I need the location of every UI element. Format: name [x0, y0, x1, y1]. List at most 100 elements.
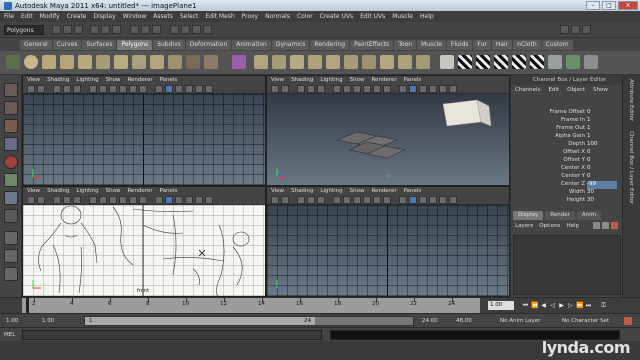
xray-icon[interactable]	[155, 196, 163, 204]
channel-row[interactable]: Center X0	[511, 165, 623, 173]
vp-menu-view[interactable]: View	[27, 77, 40, 83]
lighting-icon[interactable]	[373, 196, 381, 204]
channel-value[interactable]: 0	[587, 165, 617, 173]
layer-tab-anim[interactable]: Anim	[576, 211, 602, 220]
high-quality-icon[interactable]	[175, 85, 183, 93]
shelf-tab-painteffects[interactable]: PaintEffects	[350, 40, 394, 50]
checker-uv-icon-5[interactable]	[530, 55, 544, 69]
layer-menu-help[interactable]: Help	[566, 223, 579, 229]
menu-proxy[interactable]: Proxy	[242, 13, 258, 20]
step-forward-frame-icon[interactable]: ▷	[567, 302, 574, 310]
snap-curve-icon[interactable]	[141, 25, 150, 34]
menu-window[interactable]: Window	[123, 13, 147, 20]
lock-camera-icon[interactable]	[281, 196, 289, 204]
channel-row[interactable]: Width 30	[511, 189, 623, 197]
viewport-top-left[interactable]: View Shading Lighting Show Renderer Pane…	[22, 75, 266, 186]
menu-set-dropdown[interactable]: Polygons	[4, 25, 44, 35]
key-icon[interactable]: ⚿	[600, 302, 607, 310]
channel-value[interactable]: 0	[587, 157, 617, 165]
textured-icon[interactable]	[119, 85, 127, 93]
manipulator-tool-icon[interactable]	[4, 191, 18, 205]
grid-icon[interactable]	[297, 85, 305, 93]
shelf-tab-subdivs[interactable]: Subdivs	[153, 40, 185, 50]
channel-row[interactable]: Frame In 1	[511, 117, 623, 125]
menu-edit-uvs[interactable]: Edit UVs	[360, 13, 385, 20]
viewport-canvas[interactable]: front	[23, 205, 265, 296]
show-hide-attribute-editor-icon[interactable]	[560, 25, 569, 34]
shelf-tab-general[interactable]: General	[20, 40, 52, 50]
vp-menu-renderer[interactable]: Renderer	[371, 77, 396, 83]
menu-file[interactable]: File	[4, 13, 14, 20]
current-time-marker[interactable]	[26, 298, 29, 313]
single-perspective-layout-icon[interactable]	[4, 231, 18, 245]
channel-value[interactable]: 0	[587, 149, 617, 157]
vp-menu-lighting[interactable]: Lighting	[76, 188, 98, 194]
menu-display[interactable]: Display	[94, 13, 116, 20]
wireframe-on-shaded-icon[interactable]	[353, 196, 361, 204]
anti-alias-icon[interactable]	[205, 196, 213, 204]
checker-uv-icon-2[interactable]	[476, 55, 490, 69]
channel-value-selected[interactable]: -99	[587, 181, 617, 189]
motion-blur-icon[interactable]	[439, 196, 447, 204]
animation-end-field[interactable]: 48.00	[454, 316, 484, 326]
channel-row[interactable]: Frame Out 1	[511, 125, 623, 133]
offset-edge-loop-icon[interactable]	[344, 55, 358, 69]
channel-row[interactable]: Offset X0	[511, 149, 623, 157]
move-layer-up-icon[interactable]	[593, 222, 600, 229]
minimize-button[interactable]: –	[586, 1, 600, 10]
smooth-shade-icon[interactable]	[343, 85, 351, 93]
mel-label[interactable]: MEL	[4, 332, 15, 338]
shadows-icon[interactable]	[139, 85, 147, 93]
textured-icon[interactable]	[363, 85, 371, 93]
poly-sphere-icon[interactable]	[24, 55, 38, 69]
cb-menu-object[interactable]: Object	[567, 85, 585, 95]
smooth-shade-icon[interactable]	[343, 196, 351, 204]
textured-icon[interactable]	[119, 196, 127, 204]
close-button[interactable]: ✕	[618, 1, 638, 10]
shelf-tab-polygons[interactable]: Polygons	[117, 40, 153, 50]
shadows-icon[interactable]	[383, 85, 391, 93]
current-frame-field[interactable]: 1.00	[488, 301, 514, 310]
layer-menu-layers[interactable]: Layers	[515, 223, 533, 229]
vp-menu-view[interactable]: View	[271, 77, 284, 83]
channel-row[interactable]: Depth 100	[511, 141, 623, 149]
render-settings-icon[interactable]	[203, 25, 212, 34]
maximize-button[interactable]: □	[602, 1, 616, 10]
move-tool-icon[interactable]	[4, 137, 18, 151]
shelf-tab-animation[interactable]: Animation	[232, 40, 271, 50]
isolate-select-icon[interactable]	[165, 85, 173, 93]
save-scene-icon[interactable]	[74, 25, 83, 34]
menu-modify[interactable]: Modify	[40, 13, 60, 20]
cb-menu-show[interactable]: Show	[593, 85, 608, 95]
new-layer-icon[interactable]	[602, 222, 609, 229]
vp-menu-view[interactable]: View	[27, 188, 40, 194]
shelf-tab-dynamics[interactable]: Dynamics	[271, 40, 310, 50]
shelf-tab-curves[interactable]: Curves	[52, 40, 82, 50]
merge-vertices-icon[interactable]	[380, 55, 394, 69]
isolate-select-icon[interactable]	[409, 196, 417, 204]
shelf-tab-fur[interactable]: Fur	[473, 40, 491, 50]
channel-value[interactable]: 1	[587, 125, 617, 133]
go-to-end-icon[interactable]: ⏭	[585, 302, 592, 310]
textured-icon[interactable]	[363, 196, 371, 204]
viewport-canvas[interactable]	[23, 94, 265, 185]
insert-edge-loop-icon[interactable]	[326, 55, 340, 69]
ambient-occlusion-icon[interactable]	[185, 85, 193, 93]
poly-cube-icon[interactable]	[42, 55, 56, 69]
channel-value[interactable]: 100	[587, 141, 617, 149]
vp-menu-lighting[interactable]: Lighting	[320, 77, 342, 83]
menu-color[interactable]: Color	[297, 13, 313, 20]
poly-torus-icon[interactable]	[114, 55, 128, 69]
ambient-occlusion-icon[interactable]	[429, 85, 437, 93]
shelf-tab-rendering[interactable]: Rendering	[310, 40, 350, 50]
transfer-attributes-icon[interactable]	[566, 55, 580, 69]
show-hide-channel-box-icon[interactable]	[582, 25, 591, 34]
channel-value[interactable]: 30	[587, 197, 617, 205]
wireframe-on-shaded-icon[interactable]	[353, 85, 361, 93]
menu-create[interactable]: Create	[67, 13, 87, 20]
shelf-tab-surfaces[interactable]: Surfaces	[82, 40, 117, 50]
film-gate-icon[interactable]	[307, 85, 315, 93]
channel-value[interactable]: 30	[587, 189, 617, 197]
menu-assets[interactable]: Assets	[153, 13, 173, 20]
snap-grid-icon[interactable]	[130, 25, 139, 34]
